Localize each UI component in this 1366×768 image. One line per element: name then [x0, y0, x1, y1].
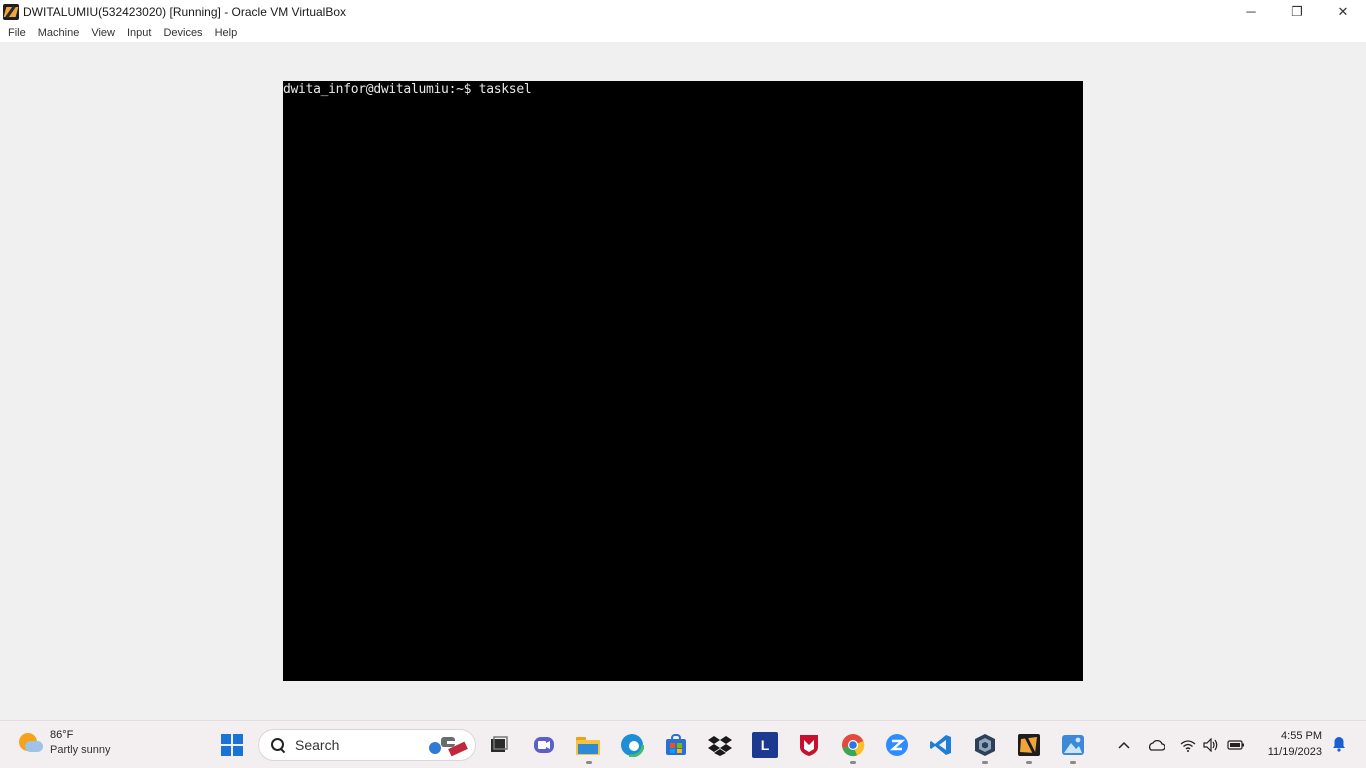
zoom-icon[interactable]	[884, 732, 910, 758]
vm-screen[interactable]: dwita_infor@dwitalumiu:~$ tasksel	[283, 81, 1083, 681]
wifi-icon[interactable]	[1178, 735, 1198, 755]
photos-icon[interactable]	[1060, 732, 1086, 758]
task-view-icon[interactable]	[486, 732, 512, 758]
edge-icon[interactable]	[619, 732, 645, 758]
search-label: Search	[295, 737, 340, 753]
vmware-running-indicator	[982, 761, 988, 764]
terminal-prompt-line: dwita_infor@dwitalumiu:~$ tasksel	[283, 82, 532, 97]
menu-bar: File Machine View Input Devices Help	[0, 23, 1366, 42]
virtualbox-taskbar-icon[interactable]	[1016, 732, 1042, 758]
menu-file[interactable]: File	[2, 27, 32, 39]
start-button[interactable]	[221, 734, 243, 756]
title-bar: DWITALUMIU(532423020) [Running] - Oracle…	[0, 0, 1366, 23]
l-app-icon[interactable]: L	[752, 732, 778, 758]
file-explorer-icon[interactable]	[575, 732, 601, 758]
dropbox-icon[interactable]	[707, 732, 733, 758]
weather-condition: Partly sunny	[50, 744, 111, 756]
partly-sunny-icon	[16, 729, 44, 757]
battery-icon[interactable]	[1226, 735, 1246, 755]
search-highlight-illustration-icon	[429, 737, 468, 757]
window-controls: ─ ❐ ✕	[1228, 0, 1366, 23]
close-button[interactable]: ✕	[1320, 0, 1366, 23]
microsoft-store-icon[interactable]	[663, 732, 689, 758]
taskbar-search[interactable]: Search	[258, 729, 476, 761]
taskbar-clock[interactable]: 4:55 PM 11/19/2023	[1268, 728, 1322, 760]
search-icon	[270, 737, 286, 753]
clock-date: 11/19/2023	[1267, 746, 1322, 758]
show-hidden-icons-chevron-icon[interactable]	[1114, 735, 1134, 755]
weather-temperature: 86°F	[50, 729, 74, 741]
menu-help[interactable]: Help	[209, 27, 244, 39]
vmware-icon[interactable]	[972, 732, 998, 758]
minimize-button[interactable]: ─	[1228, 0, 1274, 23]
menu-input[interactable]: Input	[121, 27, 157, 39]
vscode-icon[interactable]	[928, 732, 954, 758]
virtualbox-running-indicator	[1026, 761, 1032, 764]
file-explorer-running-indicator	[586, 761, 592, 764]
photos-running-indicator	[1070, 761, 1076, 764]
menu-devices[interactable]: Devices	[157, 27, 208, 39]
restore-button[interactable]: ❐	[1274, 0, 1320, 23]
taskbar: 86°F Partly sunny Search L 4:55 PM 11/19…	[0, 720, 1366, 768]
notification-bell-icon[interactable]	[1332, 736, 1346, 752]
weather-widget[interactable]: 86°F Partly sunny	[16, 728, 111, 758]
vm-display-area: dwita_infor@dwitalumiu:~$ tasksel	[0, 42, 1366, 719]
onedrive-icon[interactable]	[1145, 735, 1167, 755]
teams-icon[interactable]	[531, 732, 557, 758]
menu-view[interactable]: View	[85, 27, 121, 39]
virtualbox-icon	[3, 3, 19, 20]
volume-icon[interactable]	[1201, 735, 1221, 755]
menu-machine[interactable]: Machine	[32, 27, 86, 39]
window-title: DWITALUMIU(532423020) [Running] - Oracle…	[23, 4, 347, 19]
clock-time: 4:55 PM	[1281, 730, 1322, 742]
chrome-icon[interactable]	[840, 732, 866, 758]
mcafee-icon[interactable]	[796, 732, 822, 758]
chrome-running-indicator	[850, 761, 856, 764]
